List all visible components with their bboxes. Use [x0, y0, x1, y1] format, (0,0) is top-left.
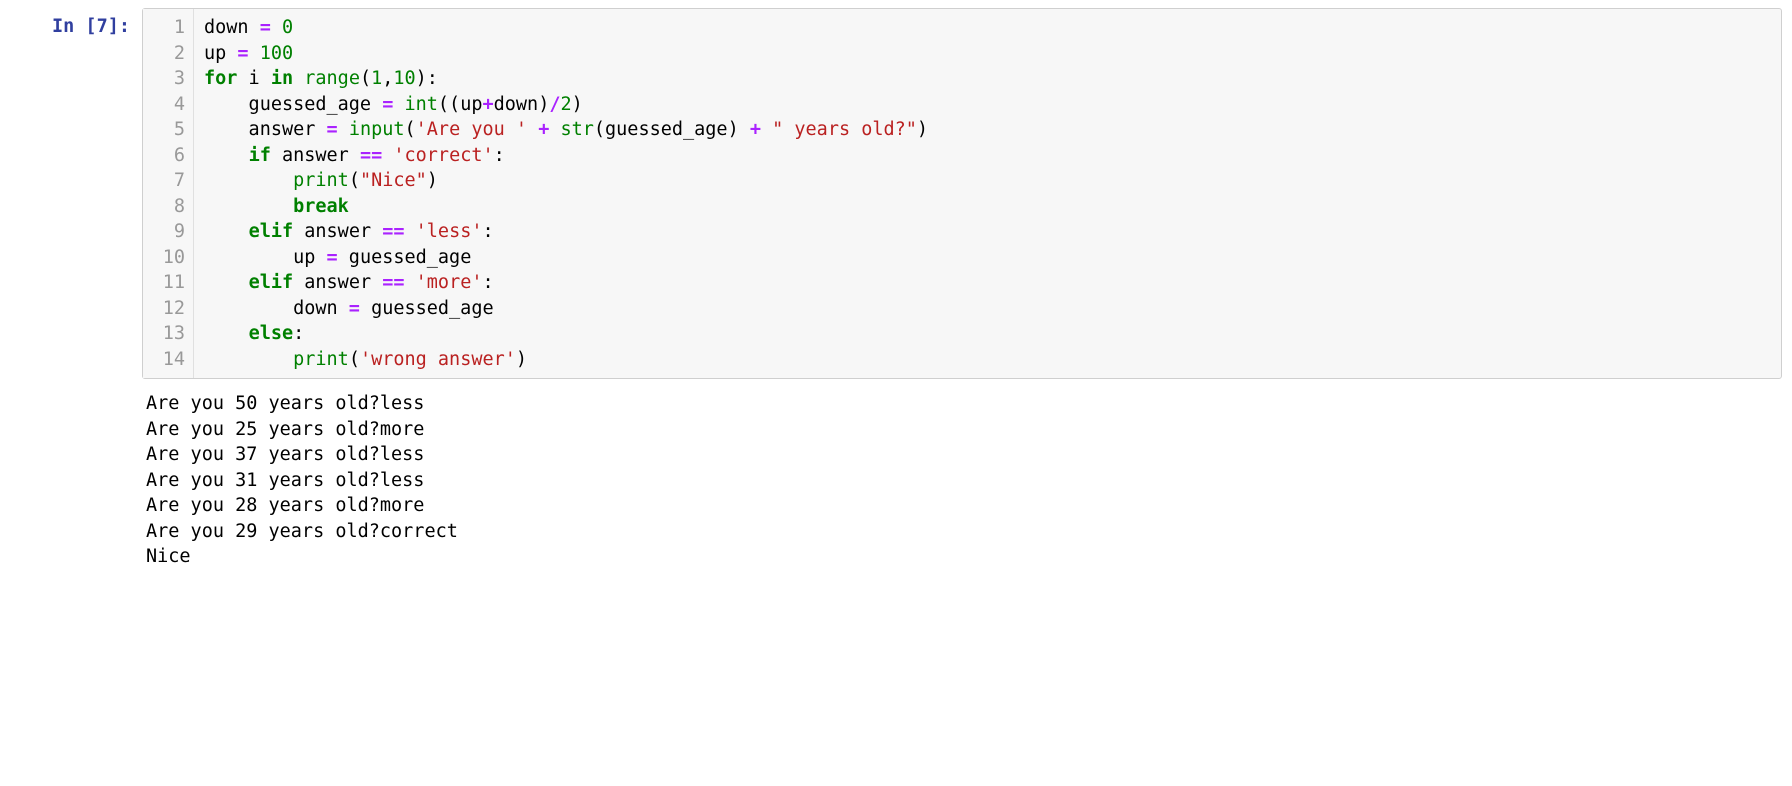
code-cell: In [7]: 1234567891011121314 down = 0up =… — [0, 0, 1792, 584]
prompt-label-prefix: In [ — [52, 16, 97, 37]
cell-content: 1234567891011121314 down = 0up = 100for … — [142, 8, 1782, 574]
line-number: 13 — [153, 321, 185, 347]
line-number: 5 — [153, 117, 185, 143]
line-number: 9 — [153, 219, 185, 245]
code-line: guessed_age = int((up+down)/2) — [204, 92, 1771, 118]
code-line: elif answer == 'more': — [204, 270, 1771, 296]
prompt-number: 7 — [97, 16, 108, 37]
code-line: print('wrong answer') — [204, 347, 1771, 373]
line-number: 8 — [153, 194, 185, 220]
code-line: down = 0 — [204, 15, 1771, 41]
code-input-area[interactable]: 1234567891011121314 down = 0up = 100for … — [142, 8, 1782, 379]
line-number: 14 — [153, 347, 185, 373]
line-number: 6 — [153, 143, 185, 169]
line-number: 3 — [153, 66, 185, 92]
code-line: down = guessed_age — [204, 296, 1771, 322]
line-number: 1 — [153, 15, 185, 41]
code-line: if answer == 'correct': — [204, 143, 1771, 169]
output-area: Are you 50 years old?less Are you 25 yea… — [142, 379, 1782, 574]
code-body[interactable]: down = 0up = 100for i in range(1,10): gu… — [194, 9, 1781, 378]
code-line: for i in range(1,10): — [204, 66, 1771, 92]
line-number: 7 — [153, 168, 185, 194]
line-number-gutter: 1234567891011121314 — [143, 9, 194, 378]
input-prompt: In [7]: — [10, 8, 142, 574]
code-line: break — [204, 194, 1771, 220]
line-number: 4 — [153, 92, 185, 118]
line-number: 2 — [153, 41, 185, 67]
code-line: answer = input('Are you ' + str(guessed_… — [204, 117, 1771, 143]
line-number: 10 — [153, 245, 185, 271]
code-line: elif answer == 'less': — [204, 219, 1771, 245]
line-number: 11 — [153, 270, 185, 296]
code-line: else: — [204, 321, 1771, 347]
line-number: 12 — [153, 296, 185, 322]
code-line: up = guessed_age — [204, 245, 1771, 271]
prompt-label-suffix: ]: — [108, 16, 130, 37]
code-line: up = 100 — [204, 41, 1771, 67]
code-line: print("Nice") — [204, 168, 1771, 194]
